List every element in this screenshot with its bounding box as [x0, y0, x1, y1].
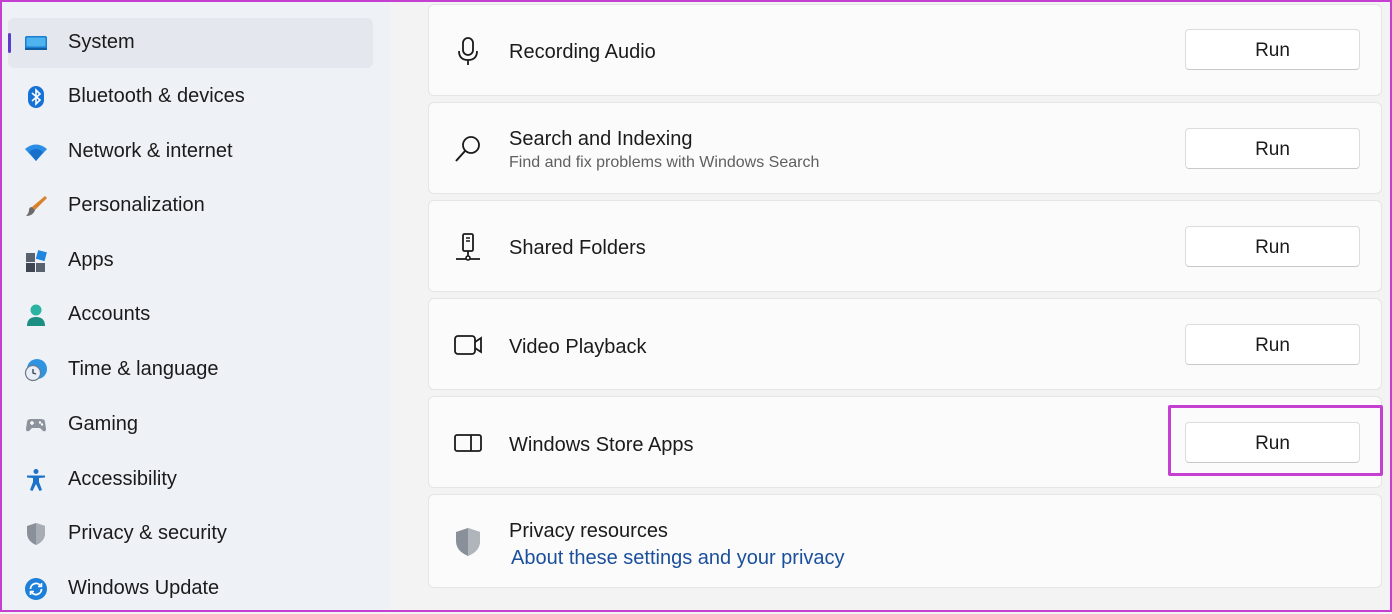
- run-button[interactable]: Run: [1185, 324, 1360, 365]
- troubleshooter-title: Shared Folders: [509, 237, 646, 259]
- sidebar-item-label: System: [68, 31, 135, 53]
- troubleshooter-title: Search and Indexing: [509, 128, 693, 150]
- sidebar-item-gaming[interactable]: Gaming: [8, 400, 373, 450]
- sidebar-item-label: Bluetooth & devices: [68, 85, 245, 107]
- sidebar-item-privacy-security[interactable]: Privacy & security: [8, 509, 373, 559]
- sidebar-item-label: Privacy & security: [68, 522, 227, 544]
- sidebar-item-windows-update[interactable]: Windows Update: [8, 564, 373, 614]
- sidebar-item-label: Apps: [68, 249, 114, 271]
- wifi-icon: [25, 144, 47, 161]
- bluetooth-icon: [28, 86, 44, 108]
- sidebar-item-personalization[interactable]: Personalization: [8, 181, 373, 231]
- update-icon: [25, 578, 47, 600]
- troubleshooter-search-indexing: Search and Indexing Find and fix problem…: [428, 102, 1382, 194]
- sidebar-item-label: Accounts: [68, 303, 151, 325]
- troubleshooter-shared-folders: Shared Folders Run: [428, 200, 1382, 292]
- troubleshooter-title: Recording Audio: [509, 41, 656, 63]
- sidebar-item-system[interactable]: System: [8, 18, 373, 68]
- troubleshooter-list: Recording Audio Run Search and Indexing …: [390, 0, 1392, 612]
- run-button[interactable]: Run: [1185, 29, 1360, 70]
- store-apps-icon: [454, 434, 482, 452]
- troubleshooter-title: Windows Store Apps: [509, 434, 694, 456]
- sidebar-item-accounts[interactable]: Accounts: [8, 290, 373, 340]
- laptop-icon: [25, 36, 47, 50]
- sidebar-item-accessibility[interactable]: Accessibility: [8, 455, 373, 505]
- video-camera-icon: [454, 335, 482, 355]
- apps-icon: [26, 250, 47, 272]
- microphone-icon: [458, 37, 478, 65]
- sidebar-item-apps[interactable]: Apps: [8, 236, 373, 286]
- clock-globe-icon: [24, 359, 47, 382]
- sidebar-item-label: Personalization: [68, 194, 205, 216]
- search-icon: [455, 136, 480, 162]
- shield-icon: [456, 528, 480, 556]
- shield-icon: [27, 523, 45, 545]
- gamepad-icon: [26, 419, 46, 432]
- privacy-resources-card: Privacy resources About these settings a…: [428, 494, 1382, 588]
- accessibility-icon: [27, 469, 45, 491]
- sidebar-item-label: Gaming: [68, 413, 139, 435]
- brush-icon: [26, 196, 47, 216]
- sidebar-item-label: Time & language: [68, 358, 219, 380]
- privacy-resources-title: Privacy resources: [509, 520, 668, 542]
- privacy-link[interactable]: About these settings and your privacy: [511, 547, 845, 570]
- sidebar: System Bluetooth & devices Network & int…: [0, 0, 390, 612]
- highlight-box: [1168, 405, 1383, 476]
- sidebar-item-time-language[interactable]: Time & language: [8, 345, 373, 395]
- sidebar-item-bluetooth[interactable]: Bluetooth & devices: [8, 72, 373, 122]
- sidebar-item-label: Network & internet: [68, 140, 233, 162]
- sidebar-item-label: Accessibility: [68, 468, 177, 490]
- troubleshooter-description: Find and fix problems with Windows Searc…: [509, 154, 820, 171]
- sidebar-item-label: Windows Update: [68, 577, 220, 599]
- run-button[interactable]: Run: [1185, 128, 1360, 169]
- shared-folder-icon: [456, 233, 480, 261]
- selection-indicator: [8, 33, 11, 53]
- troubleshooter-video-playback: Video Playback Run: [428, 298, 1382, 390]
- person-icon: [27, 304, 45, 326]
- troubleshooter-title: Video Playback: [509, 336, 647, 358]
- troubleshooter-recording-audio: Recording Audio Run: [428, 4, 1382, 96]
- run-button[interactable]: Run: [1185, 226, 1360, 267]
- sidebar-item-network[interactable]: Network & internet: [8, 127, 373, 177]
